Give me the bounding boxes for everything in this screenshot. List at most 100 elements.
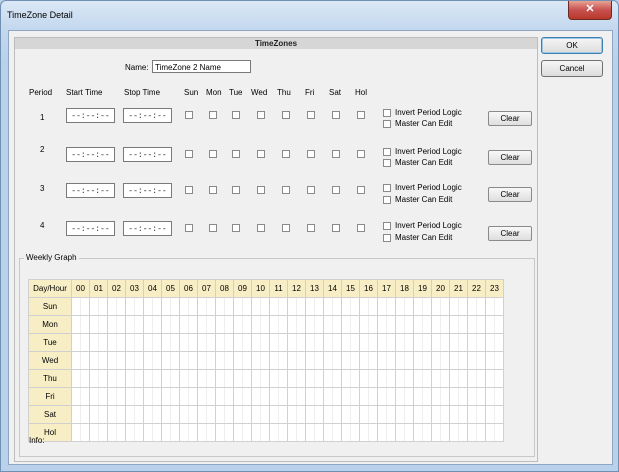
graph-cell bbox=[197, 387, 216, 406]
graph-cell bbox=[287, 351, 306, 370]
graph-cell bbox=[125, 423, 144, 442]
graph-cell bbox=[197, 423, 216, 442]
day-checkbox[interactable] bbox=[209, 224, 217, 232]
graph-cell bbox=[305, 351, 324, 370]
day-checkbox[interactable] bbox=[232, 150, 240, 158]
day-checkbox[interactable] bbox=[332, 186, 340, 194]
day-checkbox[interactable] bbox=[307, 150, 315, 158]
day-checkbox[interactable] bbox=[307, 224, 315, 232]
day-checkbox[interactable] bbox=[282, 150, 290, 158]
day-checkbox[interactable] bbox=[257, 224, 265, 232]
graph-cell bbox=[467, 351, 486, 370]
graph-cell bbox=[395, 297, 414, 316]
graph-cell bbox=[485, 297, 504, 316]
close-button[interactable]: ✕ bbox=[568, 1, 612, 20]
day-checkbox[interactable] bbox=[185, 224, 193, 232]
graph-cell bbox=[449, 405, 468, 424]
invert-logic-checkbox[interactable] bbox=[383, 184, 391, 192]
start-time-header: Start Time bbox=[66, 88, 103, 97]
ok-button[interactable]: OK bbox=[541, 37, 603, 54]
stop-time-header: Stop Time bbox=[124, 88, 161, 97]
master-edit-checkbox[interactable] bbox=[383, 234, 391, 242]
invert-logic-checkbox[interactable] bbox=[383, 148, 391, 156]
day-checkbox[interactable] bbox=[257, 111, 265, 119]
clear-button[interactable]: Clear bbox=[488, 226, 532, 241]
graph-cell bbox=[431, 405, 450, 424]
invert-logic-label: Invert Period Logic bbox=[395, 147, 462, 156]
day-checkbox[interactable] bbox=[282, 224, 290, 232]
hour-header: 19 bbox=[413, 279, 432, 298]
stop-time-input[interactable]: --:--:-- bbox=[123, 221, 172, 236]
graph-cell bbox=[107, 315, 126, 334]
graph-cell bbox=[287, 297, 306, 316]
graph-cell bbox=[485, 423, 504, 442]
day-checkbox[interactable] bbox=[357, 224, 365, 232]
day-checkbox[interactable] bbox=[209, 186, 217, 194]
graph-cell bbox=[377, 387, 396, 406]
day-checkbox[interactable] bbox=[332, 111, 340, 119]
master-edit-checkbox[interactable] bbox=[383, 196, 391, 204]
graph-row: Fri bbox=[28, 387, 504, 406]
invert-logic-checkbox[interactable] bbox=[383, 222, 391, 230]
graph-cell bbox=[413, 315, 432, 334]
start-time-input[interactable]: --:--:-- bbox=[66, 108, 115, 123]
day-header-sat: Sat bbox=[329, 88, 342, 97]
graph-cell bbox=[395, 387, 414, 406]
master-edit-checkbox[interactable] bbox=[383, 120, 391, 128]
graph-day-label: Fri bbox=[28, 387, 72, 406]
day-checkbox[interactable] bbox=[232, 111, 240, 119]
day-checkbox[interactable] bbox=[332, 224, 340, 232]
day-checkbox[interactable] bbox=[257, 186, 265, 194]
graph-cell bbox=[251, 369, 270, 388]
day-checkbox[interactable] bbox=[209, 150, 217, 158]
day-checkbox[interactable] bbox=[185, 150, 193, 158]
day-header-hol: Hol bbox=[355, 88, 368, 97]
graph-cell bbox=[233, 297, 252, 316]
graph-cell bbox=[71, 423, 90, 442]
day-checkbox[interactable] bbox=[357, 186, 365, 194]
stop-time-input[interactable]: --:--:-- bbox=[123, 183, 172, 198]
day-checkbox[interactable] bbox=[282, 186, 290, 194]
graph-cell bbox=[305, 423, 324, 442]
day-checkbox[interactable] bbox=[257, 150, 265, 158]
clear-button[interactable]: Clear bbox=[488, 111, 532, 126]
clear-button[interactable]: Clear bbox=[488, 187, 532, 202]
invert-logic-checkbox[interactable] bbox=[383, 109, 391, 117]
graph-cell bbox=[107, 423, 126, 442]
graph-cell bbox=[467, 423, 486, 442]
hour-header: 12 bbox=[287, 279, 306, 298]
window-title: TimeZone Detail bbox=[7, 10, 73, 20]
graph-cell bbox=[89, 387, 108, 406]
graph-cell bbox=[467, 405, 486, 424]
start-time-input[interactable]: --:--:-- bbox=[66, 183, 115, 198]
graph-cell bbox=[323, 351, 342, 370]
graph-cell bbox=[413, 369, 432, 388]
stop-time-input[interactable]: --:--:-- bbox=[123, 147, 172, 162]
graph-cell bbox=[323, 369, 342, 388]
graph-cell bbox=[287, 387, 306, 406]
graph-cell bbox=[413, 387, 432, 406]
name-field[interactable]: TimeZone 2 Name bbox=[152, 60, 251, 73]
start-time-input[interactable]: --:--:-- bbox=[66, 147, 115, 162]
stop-time-input[interactable]: --:--:-- bbox=[123, 108, 172, 123]
cancel-button[interactable]: Cancel bbox=[541, 60, 603, 77]
day-checkbox[interactable] bbox=[357, 111, 365, 119]
graph-row: Wed bbox=[28, 351, 504, 370]
graph-cell bbox=[197, 351, 216, 370]
start-time-input[interactable]: --:--:-- bbox=[66, 221, 115, 236]
day-checkbox[interactable] bbox=[185, 186, 193, 194]
day-checkbox[interactable] bbox=[332, 150, 340, 158]
day-checkbox[interactable] bbox=[232, 224, 240, 232]
day-checkbox[interactable] bbox=[357, 150, 365, 158]
day-checkbox[interactable] bbox=[282, 111, 290, 119]
day-checkbox[interactable] bbox=[307, 111, 315, 119]
day-checkbox[interactable] bbox=[232, 186, 240, 194]
master-edit-checkbox[interactable] bbox=[383, 159, 391, 167]
graph-cell bbox=[449, 387, 468, 406]
day-checkbox[interactable] bbox=[307, 186, 315, 194]
graph-cell bbox=[71, 333, 90, 352]
timezones-panel: TimeZones Name: TimeZone 2 Name Period S… bbox=[14, 37, 538, 462]
day-checkbox[interactable] bbox=[185, 111, 193, 119]
clear-button[interactable]: Clear bbox=[488, 150, 532, 165]
day-checkbox[interactable] bbox=[209, 111, 217, 119]
